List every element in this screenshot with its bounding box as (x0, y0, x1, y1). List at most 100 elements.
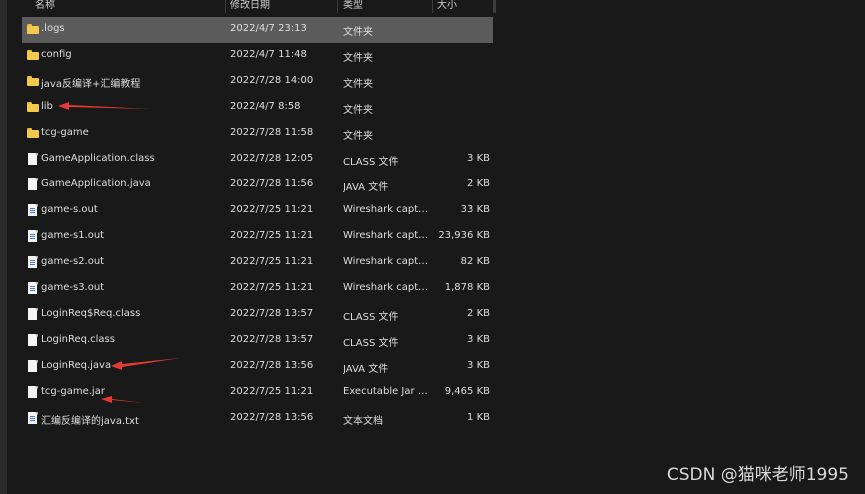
file-size: 2 KB (467, 307, 490, 319)
file-modified-date: 2022/7/28 13:56 (230, 359, 314, 371)
file-type: 文本文档 (343, 415, 383, 427)
file-row[interactable]: .logs 2022/4/7 23:13 文件夹 (22, 17, 493, 43)
file-size: 33 KB (460, 204, 490, 216)
file-icon (27, 359, 39, 373)
file-type: CLASS 文件 (343, 311, 399, 323)
file-row[interactable]: tcg-game 2022/7/28 11:58 文件夹 (22, 121, 493, 147)
file-type: Wireshark captu... (343, 230, 431, 242)
column-header-name[interactable]: 名称 (35, 0, 55, 11)
file-name: LoginReq.java (41, 359, 112, 371)
file-name: game-s.out (41, 204, 98, 216)
file-name: lib (41, 100, 53, 112)
file-type: CLASS 文件 (343, 337, 399, 349)
file-name: tcg-game (41, 126, 89, 138)
capture-file-icon (27, 282, 39, 295)
file-modified-date: 2022/7/25 11:21 (230, 204, 314, 216)
file-type: Wireshark captu... (343, 204, 431, 216)
file-row[interactable]: game-s3.out 2022/7/25 11:21 Wireshark capt… (22, 276, 493, 302)
file-icon (27, 333, 39, 347)
file-type: CLASS 文件 (343, 156, 399, 168)
file-type: Wireshark captu... (343, 256, 431, 268)
file-type: JAVA 文件 (343, 182, 389, 194)
file-type: Wireshark captu... (343, 282, 431, 293)
file-type: 文件夹 (343, 104, 373, 116)
file-size: 2 KB (467, 178, 490, 190)
header-scroll-edge (493, 0, 496, 13)
capture-file-icon (27, 230, 39, 243)
file-row[interactable]: game-s2.out 2022/7/25 11:21 Wireshark capt… (22, 250, 493, 276)
file-size: 9,465 KB (444, 385, 490, 397)
file-size: 3 KB (467, 152, 490, 164)
file-modified-date: 2022/7/25 11:21 (230, 230, 314, 242)
file-name: game-s2.out (41, 256, 105, 268)
file-modified-date: 2022/4/7 8:58 (230, 100, 301, 112)
file-icon (27, 152, 39, 166)
file-row[interactable]: game-s.out 2022/7/25 11:21 Wireshark captu… (22, 198, 493, 224)
file-row[interactable]: GameApplication.java 2022/7/28 11:56 JAVA … (22, 172, 493, 198)
file-modified-date: 2022/7/25 11:21 (230, 282, 314, 293)
folder-icon (27, 75, 39, 88)
file-modified-date: 2022/7/28 13:57 (230, 333, 314, 345)
file-row[interactable]: LoginReq.java 2022/7/28 13:56 JAVA 文件 3 KB (22, 354, 493, 380)
file-name: .logs (41, 23, 65, 34)
file-modified-date: 2022/7/28 11:56 (230, 178, 314, 190)
file-row[interactable]: LoginReq$Req.class 2022/7/28 13:57 CLASS 文… (22, 302, 493, 328)
column-divider[interactable] (337, 0, 338, 13)
left-pane-edge (0, 0, 7, 494)
folder-icon (27, 49, 39, 62)
file-name: GameApplication.class (41, 152, 155, 164)
file-icon (27, 307, 39, 321)
file-name: tcg-game.jar (41, 385, 105, 397)
file-size: 82 KB (460, 256, 490, 268)
file-size: 3 KB (467, 359, 490, 371)
capture-file-icon (27, 204, 39, 217)
text-file-icon (27, 411, 39, 425)
file-type: 文件夹 (343, 130, 373, 142)
file-row[interactable]: tcg-game.jar 2022/7/25 11:21 Executable Ja… (22, 380, 493, 406)
file-row[interactable]: game-s1.out 2022/7/25 11:21 Wireshark capt… (22, 224, 493, 250)
file-modified-date: 2022/4/7 11:48 (230, 48, 307, 60)
file-type: 文件夹 (343, 52, 373, 64)
annotation-arrow-loginreq-java (111, 358, 180, 370)
jar-file-icon (27, 385, 39, 399)
annotation-arrow-jar (101, 396, 145, 403)
column-divider[interactable] (432, 0, 433, 13)
file-type: 文件夹 (343, 78, 373, 90)
file-name: config (41, 48, 72, 60)
file-modified-date: 2022/7/28 11:58 (230, 126, 314, 138)
file-size: 1,878 KB (444, 282, 490, 293)
file-name: game-s3.out (41, 282, 105, 293)
column-header-bar: 名称 修改日期 类型 大小 (0, 0, 865, 13)
file-name: java反编译+汇编教程 (41, 78, 141, 90)
folder-icon (27, 127, 39, 140)
file-row[interactable]: config 2022/4/7 11:48 文件夹 (22, 43, 493, 69)
file-row[interactable]: LoginReq.class 2022/7/28 13:57 CLASS 文件 3 K… (22, 328, 493, 354)
file-type: JAVA 文件 (343, 363, 389, 375)
file-name: 汇编反编译的java.txt (41, 415, 139, 427)
capture-file-icon (27, 256, 39, 269)
column-header-date[interactable]: 修改日期 (230, 0, 270, 11)
annotation-arrow-lib (58, 102, 151, 110)
file-row[interactable]: java反编译+汇编教程 2022/7/28 14:00 文件夹 (22, 69, 493, 95)
file-name: LoginReq$Req.class (41, 307, 141, 319)
file-modified-date: 2022/7/28 13:56 (230, 411, 314, 423)
file-name: LoginReq.class (41, 333, 115, 345)
file-row[interactable]: GameApplication.class 2022/7/28 12:05 CLAS… (22, 147, 493, 173)
file-name: game-s1.out (41, 230, 105, 242)
file-size: 1 KB (467, 411, 490, 423)
file-icon (27, 178, 39, 191)
file-type: Executable Jar File (343, 385, 431, 397)
file-type: 文件夹 (343, 27, 373, 38)
column-header-size[interactable]: 大小 (437, 0, 457, 11)
file-size: 3 KB (467, 333, 490, 345)
file-name: GameApplication.java (41, 178, 151, 190)
folder-icon (27, 23, 39, 36)
file-row[interactable]: 汇编反编译的java.txt 2022/7/28 13:56 文本文档 1 KB (22, 406, 493, 432)
file-modified-date: 2022/7/25 11:21 (230, 256, 314, 268)
column-header-type[interactable]: 类型 (343, 0, 363, 11)
file-size: 23,936 KB (438, 230, 490, 242)
file-modified-date: 2022/7/28 14:00 (230, 74, 314, 86)
folder-icon (27, 101, 39, 114)
csdn-watermark: CSDN @猫咪老师1995 (666, 465, 849, 485)
column-divider[interactable] (225, 0, 226, 13)
